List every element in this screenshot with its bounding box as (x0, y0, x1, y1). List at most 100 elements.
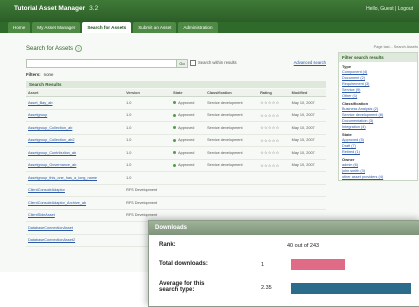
table-row[interactable]: Assetgroup 1.0 Approved Service development… (26, 109, 326, 122)
asset-name-link[interactable]: Asset_Bay_ab (26, 96, 125, 110)
search-go-button[interactable]: Go (176, 59, 188, 68)
asset-rating[interactable]: ☆☆☆☆☆ (258, 96, 290, 110)
asset-name-link[interactable]: ClientConsoleAdaptor_Archive_ab (26, 196, 125, 210)
table-row[interactable]: Asset_Bay_ab 1.0 Approved Service developme… (26, 96, 326, 110)
asset-modified-text: May 10, 2007 (291, 138, 315, 143)
asset-name-link[interactable]: Assetgroup_Governance_ab (26, 159, 125, 172)
asset-modified-text: May 10, 2007 (291, 125, 315, 130)
asset-state (171, 171, 206, 185)
asset-version-text: 1.0 (126, 175, 132, 180)
asset-name-link[interactable]: ClientSideAsset (26, 209, 125, 222)
column-header-state[interactable]: State (171, 89, 206, 97)
asset-rating-text: ☆☆☆☆☆ (260, 101, 280, 106)
asset-state: Approved (171, 96, 206, 110)
column-header-rating[interactable]: Rating (258, 89, 290, 97)
asset-rating[interactable]: ☆☆☆☆☆ (258, 109, 290, 122)
asset-rating[interactable] (258, 171, 290, 185)
search-main: Search for Assets? Go Search within resu… (26, 45, 326, 247)
downloads-popup: Downloads Rank: 40 out of 243 Total down… (148, 220, 419, 307)
asset-modified: May 10, 2007 (289, 109, 326, 122)
filter-box: Filter search results Type Component (4) D… (338, 52, 418, 181)
asset-modified-text: May 10, 2007 (291, 100, 315, 105)
asset-state: Approved (171, 134, 206, 147)
help-icon[interactable]: ? (75, 45, 83, 52)
tab-administration[interactable]: Administration (178, 22, 218, 33)
advanced-search-link[interactable]: Advanced search (294, 60, 326, 65)
search-input[interactable] (26, 59, 178, 68)
tab-submit-an-asset[interactable]: Submit an Asset (133, 22, 177, 33)
tab-search-for-assets[interactable]: Search for Assets (82, 22, 132, 33)
asset-state-text: Approved (178, 125, 195, 130)
asset-rating[interactable] (258, 184, 290, 197)
asset-rating[interactable]: ☆☆☆☆☆ (258, 134, 290, 147)
asset-classification-text: Service development (207, 125, 243, 130)
search-within-checkbox[interactable] (190, 60, 196, 66)
filter-label: Filters: (26, 72, 41, 77)
asset-name-link[interactable]: DatabaseConnectionAsset2 (26, 234, 125, 247)
asset-modified-text: May 10, 2007 (291, 163, 315, 168)
page-content: Search for Assets? Go Search within resu… (0, 33, 419, 307)
asset-state (171, 196, 206, 210)
tab-home[interactable]: Home (8, 22, 31, 33)
column-header-modified[interactable]: Modified (289, 89, 326, 97)
main-tabs: Home My Asset Manager Search for Assets … (0, 22, 419, 33)
asset-rating[interactable]: ☆☆☆☆☆ (258, 159, 290, 172)
table-row[interactable]: ClientConsoleAdaptor_Archive_ab RFS Devel… (26, 196, 326, 210)
asset-version-text: RFS Development (126, 200, 158, 205)
asset-name-link-text: DatabaseConnectionAsset (28, 225, 73, 230)
asset-name-link-text: Asset_Bay_ab (28, 100, 53, 105)
asset-classification (205, 196, 259, 210)
app-version: 3.2 (89, 5, 99, 12)
asset-classification: Service development (205, 159, 259, 172)
asset-name-link-text: Assetgroup_Collection_ab2 (28, 138, 75, 143)
asset-classification: Service development (205, 96, 259, 110)
table-row[interactable]: Assetgroup_Contribution_ab 1.0 Approved Ser… (26, 146, 326, 160)
asset-name-link-text: ClientConsoleAdaptor_Archive_ab (28, 200, 87, 205)
search-row: Go Search within results Advanced search (26, 59, 326, 68)
asset-rating[interactable]: ☆☆☆☆☆ (258, 121, 290, 135)
asset-classification (205, 184, 259, 197)
asset-rating[interactable] (258, 196, 290, 210)
asset-rating-text: ☆☆☆☆☆ (260, 151, 280, 156)
asset-modified-text: May 10, 2007 (291, 150, 315, 155)
column-header-classification[interactable]: Classification (205, 89, 259, 97)
table-row[interactable]: Assetgroup_Collection_ab 1.0 Approved Servi… (26, 121, 326, 135)
table-row[interactable]: ClientConsoleAdaptor RFS Development (26, 184, 326, 197)
filter-row: Filters: none (26, 72, 53, 77)
asset-name-link[interactable]: Assetgroup_Collection_ab (26, 121, 125, 135)
asset-state: Approved (171, 109, 206, 122)
asset-name-link-text: Assetgroup_Collection_ab (28, 125, 73, 130)
asset-classification-text: Service development (207, 100, 243, 105)
asset-name-link[interactable]: Assetgroup_Contribution_ab (26, 146, 125, 160)
table-row[interactable]: Assetgroup_Collection_ab2 1.0 Approved Serv… (26, 134, 326, 147)
state-approved-icon (173, 101, 177, 105)
table-row[interactable]: Assetgroup_Governance_ab 1.0 Approved Servi… (26, 159, 326, 172)
asset-name-link[interactable]: DatabaseConnectionAsset (26, 221, 125, 235)
rank-value: 40 out of 243 (287, 243, 320, 249)
asset-classification: Service development (205, 121, 259, 135)
asset-version-text: RFS Development (126, 213, 158, 218)
column-header-asset[interactable]: Asset (26, 89, 125, 97)
asset-name-link-text: ClientSideAsset (28, 213, 55, 218)
asset-name-link[interactable]: Assetgroup_this_one_has_a_long_name (26, 171, 125, 185)
asset-classification-text: Service development (207, 150, 243, 155)
filter-group-title: Type (342, 64, 352, 69)
asset-modified (289, 184, 326, 197)
asset-classification: Service development (205, 109, 259, 122)
asset-modified (289, 171, 326, 185)
search-within-label: Search within results (198, 60, 237, 65)
asset-version: RFS Development (124, 184, 172, 197)
table-row[interactable]: Assetgroup_this_one_has_a_long_name 1.0 (26, 171, 326, 185)
user-menu[interactable]: Hello, Guest | Logout (366, 6, 413, 12)
asset-rating-text: ☆☆☆☆☆ (260, 113, 280, 118)
asset-name-link[interactable]: Assetgroup_Collection_ab2 (26, 134, 125, 147)
asset-name-link[interactable]: ClientConsoleAdaptor (26, 184, 125, 197)
column-header-version[interactable]: Version (124, 89, 172, 97)
rank-label: Rank: (159, 242, 176, 248)
asset-name-link[interactable]: Assetgroup (26, 109, 125, 122)
app-header: Tutorial Asset Manager 3.2 Hello, Guest |… (0, 0, 419, 22)
tab-my-asset-manager[interactable]: My Asset Manager (32, 22, 81, 33)
asset-rating[interactable]: ☆☆☆☆☆ (258, 146, 290, 160)
downloads-popup-title: Downloads (149, 221, 419, 235)
filter-link[interactable]: other asset providers (4) (339, 174, 417, 180)
